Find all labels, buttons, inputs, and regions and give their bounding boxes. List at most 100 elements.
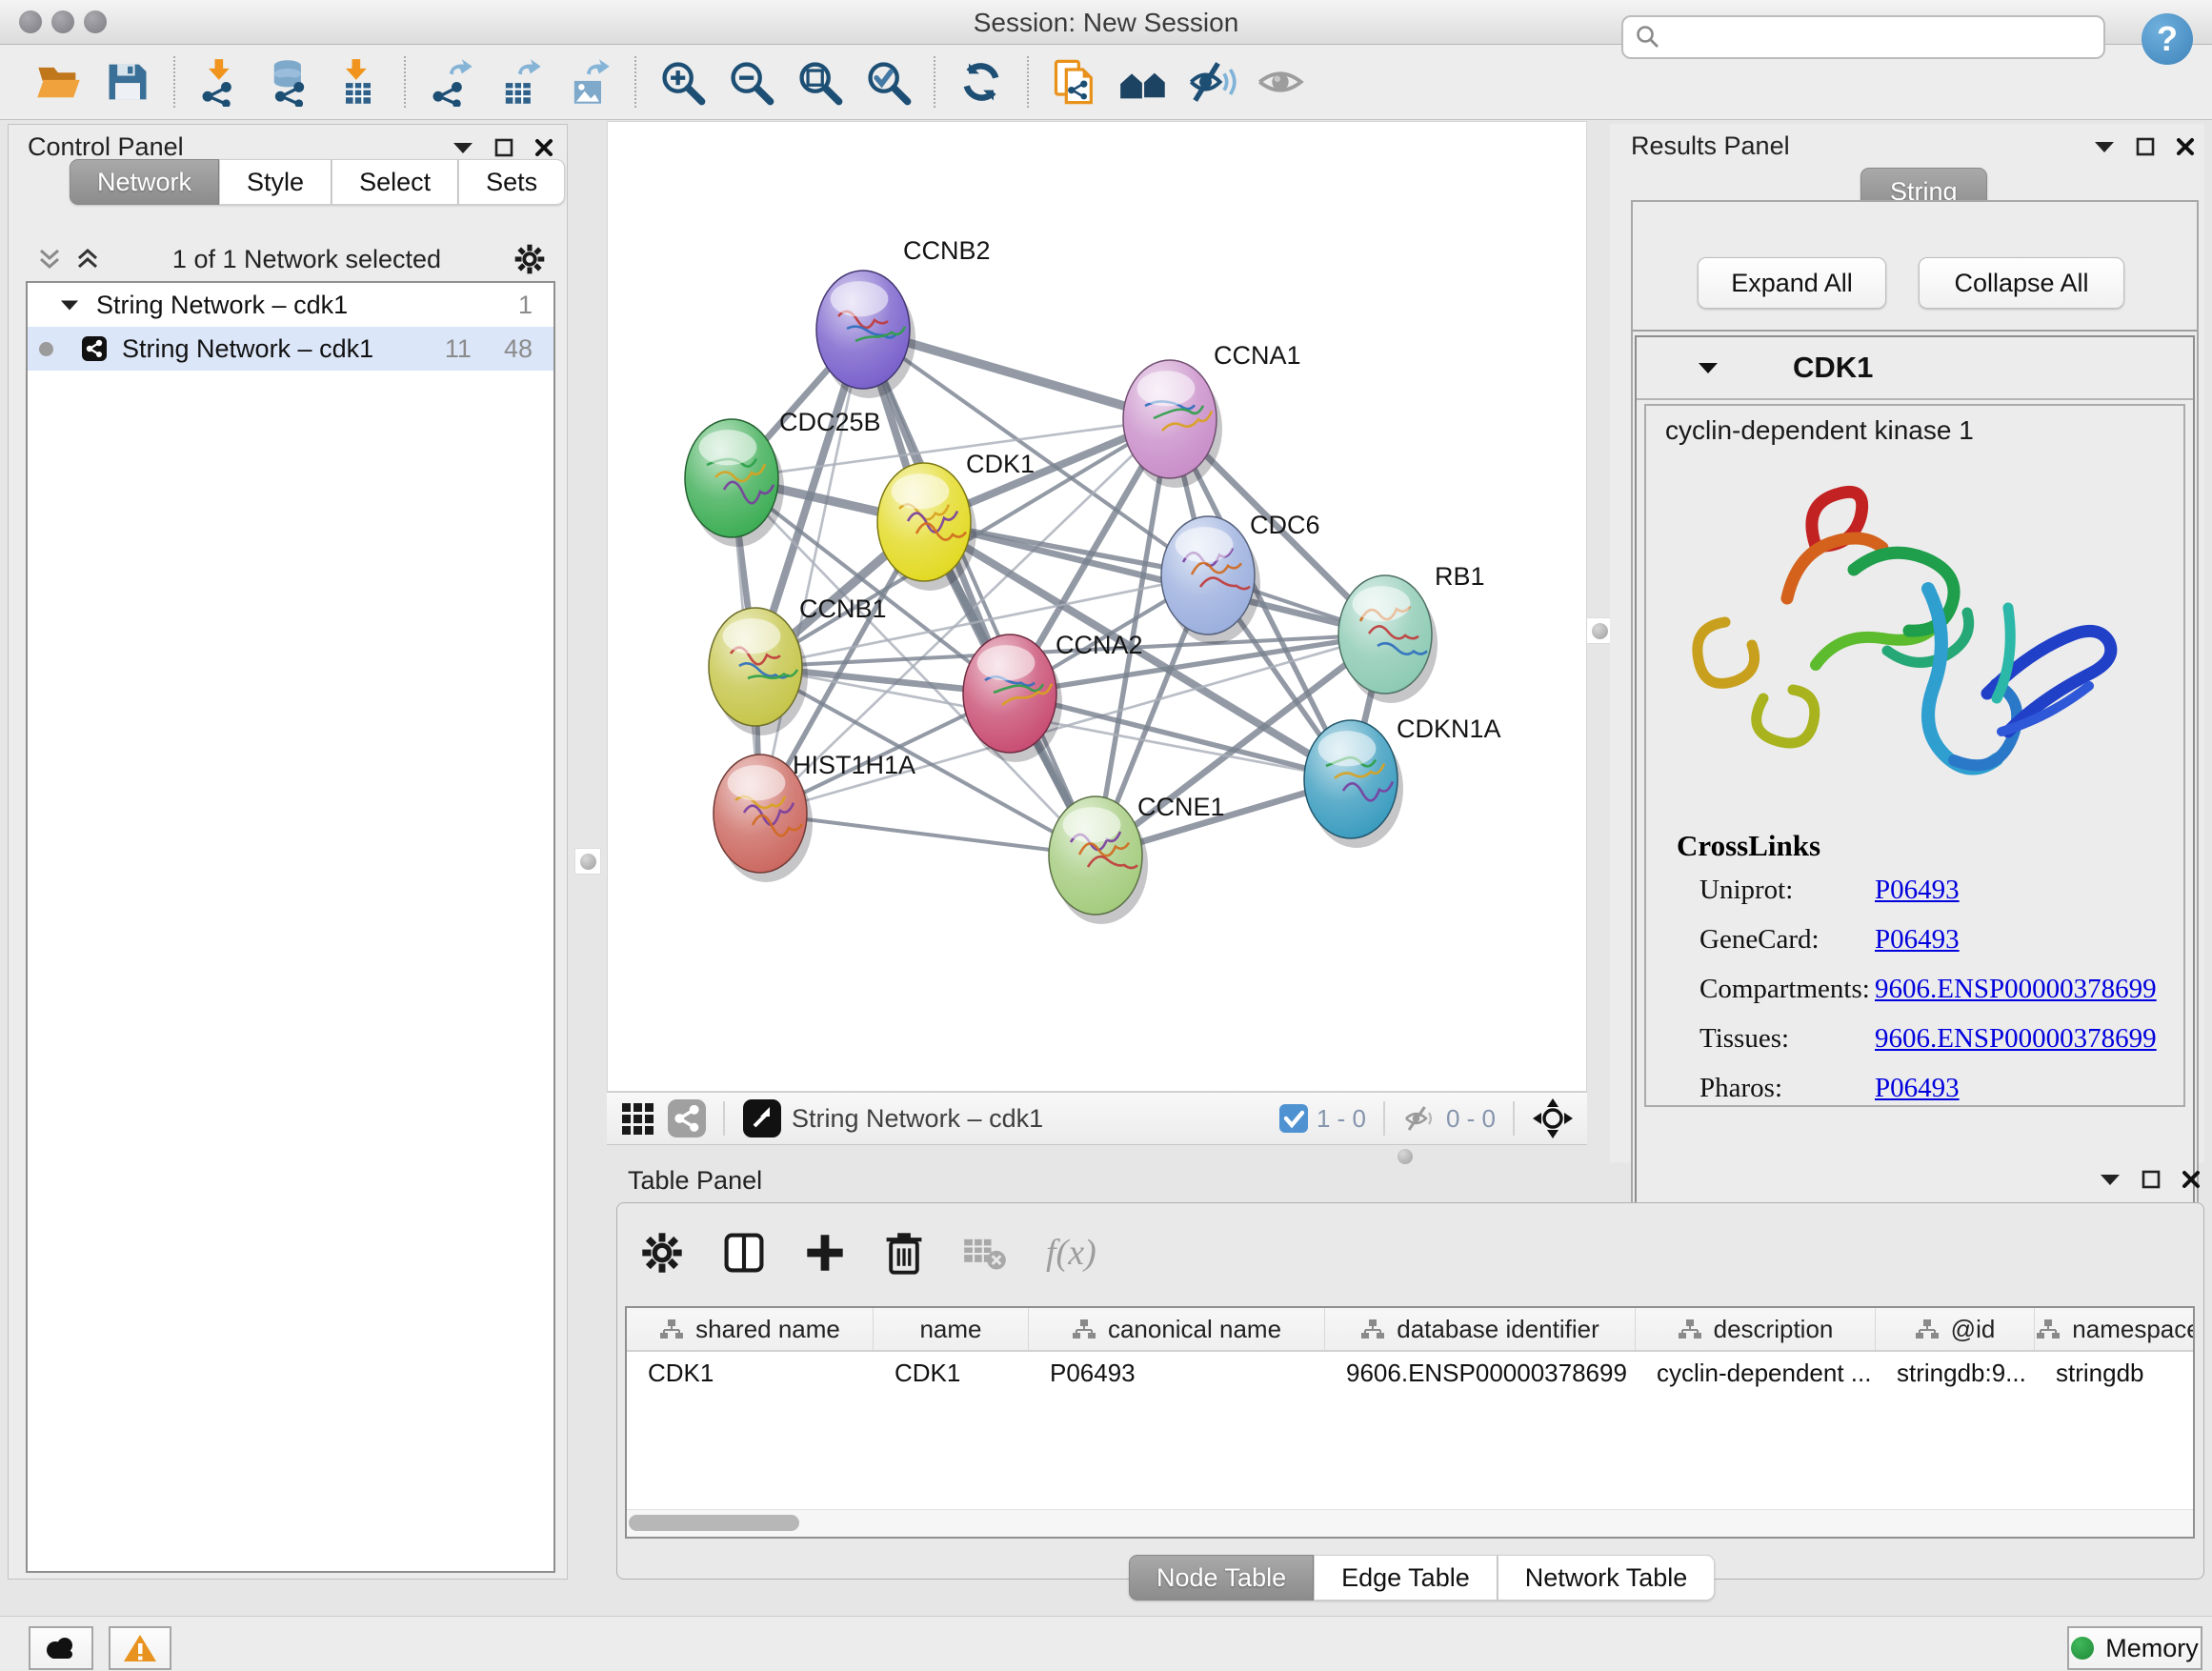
column-header-namespace[interactable]: namespace — [2035, 1308, 2195, 1350]
table-cell[interactable]: cyclin-dependent ... — [1636, 1352, 1876, 1394]
crosslink-link[interactable]: P06493 — [1875, 875, 1960, 906]
table-settings-gear-icon[interactable] — [640, 1231, 684, 1275]
hidden-eye-icon[interactable] — [1402, 1104, 1438, 1133]
delete-column-icon[interactable] — [884, 1231, 924, 1275]
node-CDK1[interactable] — [877, 463, 971, 581]
tab-sets[interactable]: Sets — [458, 159, 565, 205]
cloud-button[interactable] — [29, 1626, 93, 1670]
show-columns-icon[interactable] — [722, 1231, 766, 1275]
zoom-out-icon[interactable] — [724, 55, 777, 109]
selected-checkbox-icon[interactable] — [1278, 1103, 1309, 1134]
fit-selected-icon[interactable] — [1532, 1097, 1574, 1139]
table-cell[interactable]: CDK1 — [627, 1352, 874, 1394]
export-image-icon[interactable] — [562, 55, 615, 109]
crosslink-link[interactable]: 9606.ENSP00000378699 — [1875, 974, 2157, 1005]
node-table[interactable]: shared namenamecanonical namedatabase id… — [625, 1306, 2195, 1539]
network-collection-row[interactable]: String Network – cdk1 1 — [28, 283, 553, 327]
left-splitter-handle[interactable] — [574, 848, 601, 875]
close-panel-icon[interactable] — [2182, 1170, 2201, 1189]
close-panel-icon[interactable] — [2176, 137, 2195, 156]
crosslink-link[interactable]: P06493 — [1875, 1073, 1960, 1104]
column-header-shared-name[interactable]: shared name — [627, 1308, 874, 1350]
maximize-panel-icon[interactable] — [494, 138, 513, 157]
crosslink-row: Tissues:9606.ENSP00000378699 — [1699, 1023, 2176, 1065]
save-session-icon[interactable] — [101, 55, 154, 109]
maximize-panel-icon[interactable] — [2142, 1170, 2161, 1189]
tab-edge-table[interactable]: Edge Table — [1314, 1555, 1498, 1601]
network-graph[interactable]: CCNB2CCNA1CDC25BCDK1CDC6RB1CCNB1CCNA2CDK… — [608, 122, 1586, 1091]
node-RB1[interactable] — [1338, 575, 1432, 694]
collapse-all-icon[interactable] — [37, 247, 62, 272]
node-CDKN1A[interactable] — [1304, 720, 1398, 838]
import-network-file-icon[interactable] — [194, 55, 248, 109]
export-network-icon[interactable] — [425, 55, 478, 109]
collapse-section-icon[interactable] — [1698, 361, 1719, 374]
table-cell[interactable]: CDK1 — [874, 1352, 1029, 1394]
network-row-selected[interactable]: String Network – cdk1 11 48 — [28, 327, 553, 371]
crosslink-link[interactable]: P06493 — [1875, 924, 1960, 956]
birdseye-view-icon[interactable] — [742, 1098, 782, 1138]
table-horizontal-scrollbar[interactable] — [627, 1509, 2193, 1537]
maximize-panel-icon[interactable] — [2136, 137, 2155, 156]
collapse-arrow-icon[interactable] — [60, 298, 79, 312]
import-table-icon[interactable] — [332, 55, 385, 109]
protein-section-header[interactable]: CDK1 — [1637, 337, 2193, 400]
warnings-button[interactable] — [109, 1626, 171, 1670]
hide-show-icon[interactable] — [1185, 55, 1238, 109]
zoom-selected-icon[interactable] — [861, 55, 915, 109]
table-cell[interactable]: P06493 — [1029, 1352, 1325, 1394]
horizontal-splitter-handle[interactable] — [1398, 1149, 1413, 1164]
zoom-fit-icon[interactable] — [793, 55, 846, 109]
gear-icon[interactable] — [513, 243, 546, 275]
table-cell[interactable]: stringdb — [2035, 1352, 2195, 1394]
node-CCNB2[interactable] — [816, 271, 910, 389]
table-cell[interactable]: 9606.ENSP00000378699 — [1325, 1352, 1636, 1394]
right-splitter-handle[interactable] — [1586, 617, 1613, 644]
column-header-canonical-name[interactable]: canonical name — [1029, 1308, 1325, 1350]
node-CCNA2[interactable] — [963, 634, 1056, 753]
float-panel-icon[interactable] — [452, 141, 473, 154]
network-badge-icon[interactable] — [668, 1099, 706, 1137]
results-panel: Results Panel String Expand All Collapse… — [1610, 124, 2204, 1162]
import-network-database-icon[interactable] — [263, 55, 316, 109]
search-input[interactable] — [1661, 22, 2075, 53]
help-icon[interactable]: ? — [2142, 13, 2193, 65]
snapshot-icon[interactable] — [1048, 55, 1101, 109]
table-row[interactable]: CDK1CDK1P064939606.ENSP00000378699cyclin… — [627, 1352, 2193, 1394]
table-cell[interactable]: stringdb:9... — [1876, 1352, 2035, 1394]
node-CCNE1[interactable] — [1049, 796, 1142, 915]
network-canvas[interactable]: CCNB2CCNA1CDC25BCDK1CDC6RB1CCNB1CCNA2CDK… — [607, 121, 1587, 1092]
node-CCNB1[interactable] — [709, 608, 802, 726]
node-CDC6[interactable] — [1161, 516, 1255, 634]
float-panel-icon[interactable] — [2094, 140, 2115, 153]
column-header-@id[interactable]: @id — [1876, 1308, 2035, 1350]
first-neighbors-icon[interactable] — [1116, 55, 1170, 109]
crosslink-link[interactable]: 9606.ENSP00000378699 — [1875, 1023, 2157, 1055]
tab-network-table[interactable]: Network Table — [1498, 1555, 1716, 1601]
tab-style[interactable]: Style — [219, 159, 332, 205]
node-CCNA1[interactable] — [1123, 360, 1217, 478]
collapse-all-button[interactable]: Collapse All — [1919, 257, 2124, 309]
selected-count: 1 - 0 — [1317, 1104, 1366, 1134]
float-panel-icon[interactable] — [2100, 1173, 2121, 1186]
column-header-description[interactable]: description — [1636, 1308, 1876, 1350]
node-CDC25B[interactable] — [685, 419, 778, 537]
zoom-in-icon[interactable] — [655, 55, 709, 109]
open-session-icon[interactable] — [32, 55, 86, 109]
tab-node-table[interactable]: Node Table — [1129, 1555, 1314, 1601]
expand-all-button[interactable]: Expand All — [1698, 257, 1886, 309]
export-table-icon[interactable] — [493, 55, 547, 109]
close-panel-icon[interactable] — [534, 138, 553, 157]
column-header-database-identifier[interactable]: database identifier — [1325, 1308, 1636, 1350]
tab-network[interactable]: Network — [70, 159, 219, 205]
refresh-icon[interactable] — [955, 55, 1008, 109]
expand-all-icon[interactable] — [75, 247, 100, 272]
memory-button[interactable]: Memory — [2067, 1626, 2202, 1670]
tab-select[interactable]: Select — [332, 159, 458, 205]
edge-CCNB2-HIST1H1A[interactable] — [760, 330, 863, 814]
column-header-name[interactable]: name — [874, 1308, 1029, 1350]
scrollbar-thumb[interactable] — [629, 1515, 799, 1531]
search-field[interactable] — [1621, 15, 2105, 59]
add-column-icon[interactable] — [804, 1232, 846, 1274]
grid-view-icon[interactable] — [620, 1101, 654, 1136]
